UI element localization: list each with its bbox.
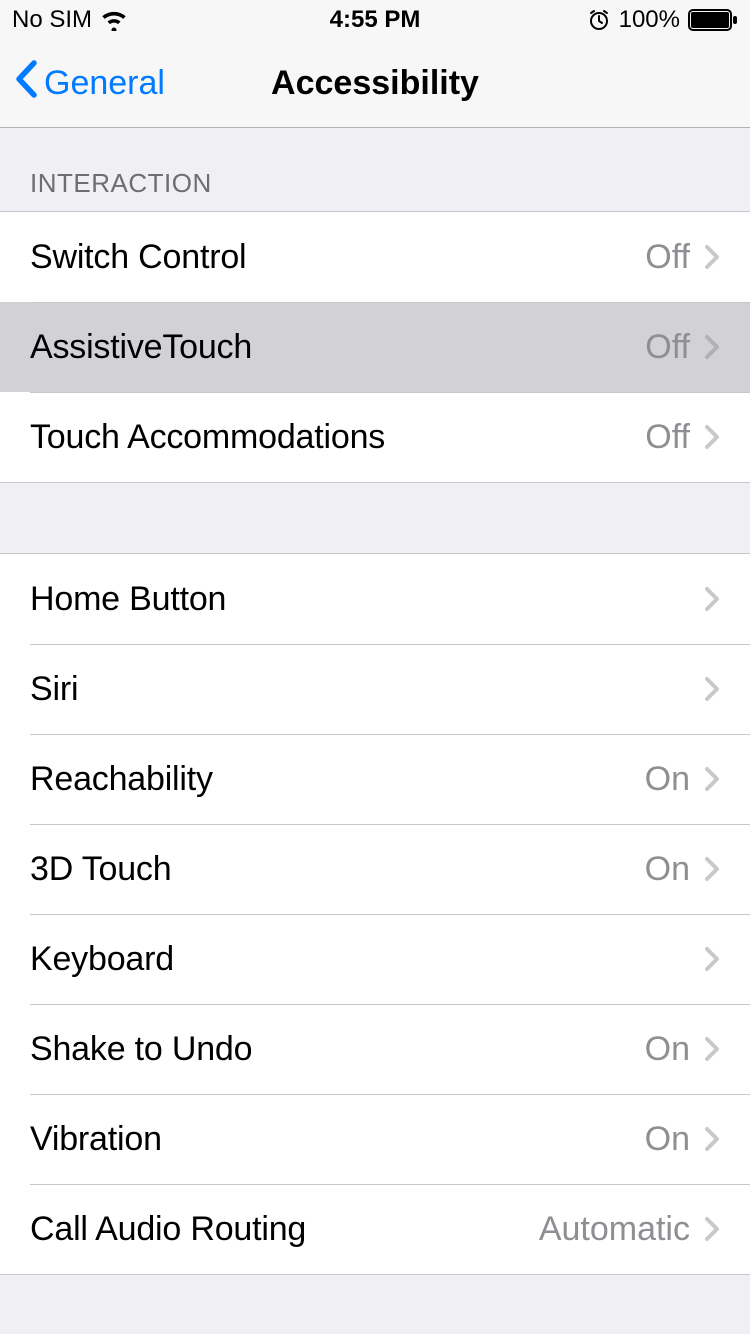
status-left: No SIM	[12, 6, 128, 34]
row-value: Off	[645, 328, 690, 367]
battery-icon	[688, 9, 738, 31]
chevron-right-icon	[704, 766, 720, 792]
chevron-right-icon	[704, 424, 720, 450]
group-interaction: Switch Control Off AssistiveTouch Off To…	[0, 211, 750, 483]
row-home-button[interactable]: Home Button	[0, 554, 750, 644]
row-keyboard[interactable]: Keyboard	[0, 914, 750, 1004]
row-value: Automatic	[539, 1210, 690, 1249]
carrier-text: No SIM	[12, 6, 92, 34]
row-switch-control[interactable]: Switch Control Off	[0, 212, 750, 302]
battery-percent: 100%	[619, 6, 680, 34]
row-label: Switch Control	[30, 238, 645, 277]
page-title: Accessibility	[271, 64, 479, 103]
row-label: Keyboard	[30, 940, 690, 979]
row-value: On	[645, 760, 690, 799]
status-bar: No SIM 4:55 PM 100%	[0, 0, 750, 40]
wifi-icon	[100, 9, 128, 31]
row-3d-touch[interactable]: 3D Touch On	[0, 824, 750, 914]
row-label: Siri	[30, 670, 690, 709]
chevron-left-icon	[14, 60, 38, 107]
row-value: On	[645, 1120, 690, 1159]
chevron-right-icon	[704, 676, 720, 702]
row-touch-accommodations[interactable]: Touch Accommodations Off	[0, 392, 750, 482]
chevron-right-icon	[704, 586, 720, 612]
nav-bar: General Accessibility	[0, 40, 750, 128]
chevron-right-icon	[704, 334, 720, 360]
row-label: Shake to Undo	[30, 1030, 645, 1069]
row-reachability[interactable]: Reachability On	[0, 734, 750, 824]
row-label: Reachability	[30, 760, 645, 799]
chevron-right-icon	[704, 244, 720, 270]
row-vibration[interactable]: Vibration On	[0, 1094, 750, 1184]
chevron-right-icon	[704, 946, 720, 972]
section-header-interaction: Interaction	[0, 128, 750, 211]
back-button[interactable]: General	[0, 60, 165, 107]
row-shake-to-undo[interactable]: Shake to Undo On	[0, 1004, 750, 1094]
section-gap	[0, 483, 750, 553]
row-value: Off	[645, 238, 690, 277]
row-value: On	[645, 850, 690, 889]
row-value: On	[645, 1030, 690, 1069]
chevron-right-icon	[704, 1216, 720, 1242]
status-time: 4:55 PM	[330, 6, 421, 34]
back-label: General	[44, 64, 165, 103]
row-value: Off	[645, 418, 690, 457]
group-other: Home Button Siri Reachability On 3D Touc…	[0, 553, 750, 1275]
row-label: 3D Touch	[30, 850, 645, 889]
row-siri[interactable]: Siri	[0, 644, 750, 734]
chevron-right-icon	[704, 1126, 720, 1152]
row-label: Touch Accommodations	[30, 418, 645, 457]
row-label: AssistiveTouch	[30, 328, 645, 367]
chevron-right-icon	[704, 1036, 720, 1062]
row-label: Call Audio Routing	[30, 1210, 539, 1249]
chevron-right-icon	[704, 856, 720, 882]
row-label: Vibration	[30, 1120, 645, 1159]
row-label: Home Button	[30, 580, 690, 619]
row-assistivetouch[interactable]: AssistiveTouch Off	[0, 302, 750, 392]
alarm-icon	[587, 8, 611, 32]
row-call-audio-routing[interactable]: Call Audio Routing Automatic	[0, 1184, 750, 1274]
status-right: 100%	[587, 6, 738, 34]
